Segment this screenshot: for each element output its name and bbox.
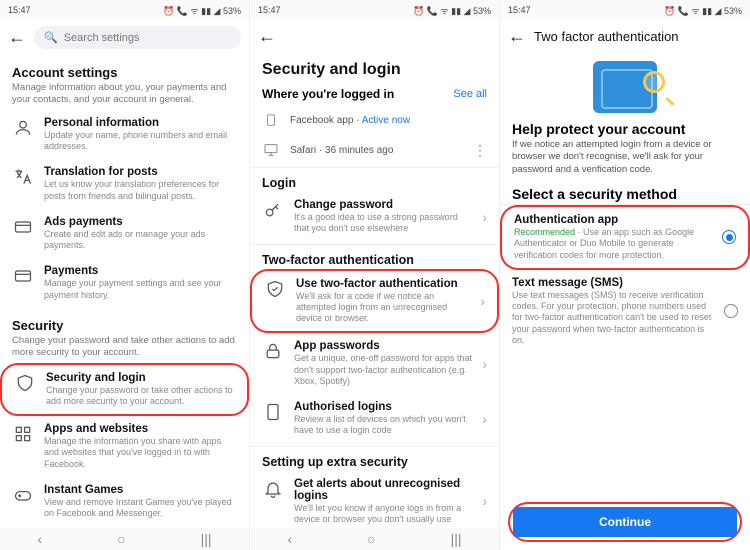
use-tfa-row[interactable]: Use two-factor authenticationWe'll ask f… — [250, 269, 499, 334]
auth-app-option[interactable]: Authentication app Recommended · Use an … — [500, 205, 750, 270]
security-heading: Security — [12, 318, 237, 333]
security-login-row[interactable]: Security and loginChange your password o… — [0, 363, 249, 417]
payments-row[interactable]: PaymentsManage your payment settings and… — [0, 258, 249, 308]
page-title: Two factor authentication — [534, 29, 679, 44]
android-navbar[interactable]: ‹○||| — [250, 528, 499, 550]
chevron-right-icon: › — [482, 411, 487, 427]
login-heading: Login — [250, 170, 499, 192]
back-icon[interactable]: ← — [508, 26, 526, 47]
hero-title: Help protect your account — [500, 117, 750, 139]
radio-unselected[interactable] — [724, 304, 738, 318]
bell-icon — [262, 478, 284, 500]
device-row[interactable]: Facebook app · Active now — [250, 105, 499, 135]
chevron-right-icon: › — [482, 356, 487, 372]
shield-icon — [14, 372, 36, 394]
back-icon[interactable]: ← — [258, 26, 276, 47]
user-icon — [12, 117, 34, 139]
card-icon — [12, 265, 34, 287]
monitor-icon — [262, 141, 280, 159]
status-bar: 15:47⏰ 📞 ᯤ ▮▮ ◢ 53% — [500, 0, 750, 20]
phone-icon — [262, 401, 284, 423]
hero-illustration — [500, 53, 750, 117]
alerts-row[interactable]: Get alerts about unrecognised loginsWe'l… — [250, 471, 499, 533]
card-icon — [12, 216, 34, 238]
where-logged-in-heading: Where you're logged in — [262, 87, 394, 101]
device-row[interactable]: Safari · 36 minutes ago ⋮ — [250, 135, 499, 165]
account-settings-heading: Account settings — [12, 65, 237, 80]
select-method-heading: Select a security method — [500, 182, 750, 205]
status-bar: 15:47⏰ 📞 ᯤ ▮▮ ◢ 53% — [250, 0, 499, 20]
extra-security-heading: Setting up extra security — [250, 449, 499, 471]
apps-websites-row[interactable]: Apps and websitesManage the information … — [0, 416, 249, 477]
chevron-right-icon: › — [482, 493, 487, 509]
continue-button[interactable]: Continue — [513, 507, 737, 537]
shield-check-icon — [264, 278, 286, 300]
ads-payments-row[interactable]: Ads paymentsCreate and edit ads or manag… — [0, 209, 249, 259]
change-password-row[interactable]: Change passwordIt's a good idea to use a… — [250, 192, 499, 242]
app-passwords-row[interactable]: App passwordsGet a unique, one-off passw… — [250, 333, 499, 394]
tfa-heading: Two-factor authentication — [250, 247, 499, 269]
status-bar: 15:47⏰ 📞 ᯤ ▮▮ ◢ 53% — [0, 0, 249, 20]
grid-icon — [12, 423, 34, 445]
search-icon: 🔍 — [44, 31, 58, 44]
key-icon — [262, 199, 284, 221]
sms-option[interactable]: Text message (SMS) Use text messages (SM… — [500, 270, 750, 353]
chevron-right-icon: › — [480, 293, 485, 309]
translation-row[interactable]: Translation for postsLet us know your tr… — [0, 159, 249, 209]
instant-games-row[interactable]: Instant GamesView and remove Instant Gam… — [0, 477, 249, 527]
search-input[interactable]: 🔍 Search settings — [34, 26, 241, 49]
game-icon — [12, 484, 34, 506]
translate-icon — [12, 166, 34, 188]
chevron-right-icon: › — [482, 209, 487, 225]
personal-information-row[interactable]: Personal informationUpdate your name, ph… — [0, 110, 249, 160]
authorised-logins-row[interactable]: Authorised loginsReview a list of device… — [250, 394, 499, 444]
more-icon[interactable]: ⋮ — [473, 142, 487, 159]
hero-desc: If we notice an attempted login from a d… — [500, 139, 750, 182]
phone-icon — [262, 111, 280, 129]
android-navbar[interactable]: ‹○||| — [0, 528, 249, 550]
radio-selected[interactable] — [722, 230, 736, 244]
see-all-link[interactable]: See all — [453, 88, 487, 100]
back-icon[interactable]: ← — [8, 27, 26, 48]
lock-icon — [262, 340, 284, 362]
page-title: Security and login — [262, 61, 487, 79]
